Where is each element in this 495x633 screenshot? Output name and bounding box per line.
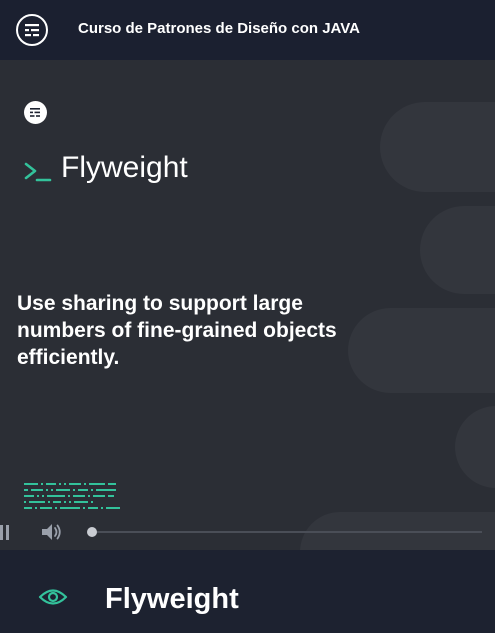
slide-description: Use sharing to support large numbers of …	[17, 292, 337, 369]
volume-icon[interactable]	[40, 522, 64, 542]
background-shape	[348, 308, 495, 393]
app-header: Curso de Patrones de Diseño con JAVA	[0, 0, 495, 60]
lesson-title: Flyweight	[105, 583, 239, 615]
background-shape	[455, 406, 495, 488]
pause-icon[interactable]	[0, 525, 12, 540]
code-lines-decoration	[24, 483, 120, 509]
terminal-prompt-icon	[24, 162, 52, 182]
background-shape	[420, 206, 495, 294]
progress-bar[interactable]	[92, 531, 482, 533]
platzi-logo-icon	[24, 101, 47, 124]
background-shape	[380, 102, 495, 192]
course-menu-icon[interactable]	[16, 14, 48, 46]
eye-icon	[38, 589, 68, 605]
course-title[interactable]: Curso de Patrones de Diseño con JAVA	[78, 20, 360, 37]
progress-scrubber[interactable]	[87, 527, 97, 537]
video-player[interactable]: Flyweight Use sharing to support large n…	[0, 60, 495, 550]
lesson-footer: Flyweight	[0, 550, 495, 633]
slide-title: Flyweight	[61, 151, 188, 184]
